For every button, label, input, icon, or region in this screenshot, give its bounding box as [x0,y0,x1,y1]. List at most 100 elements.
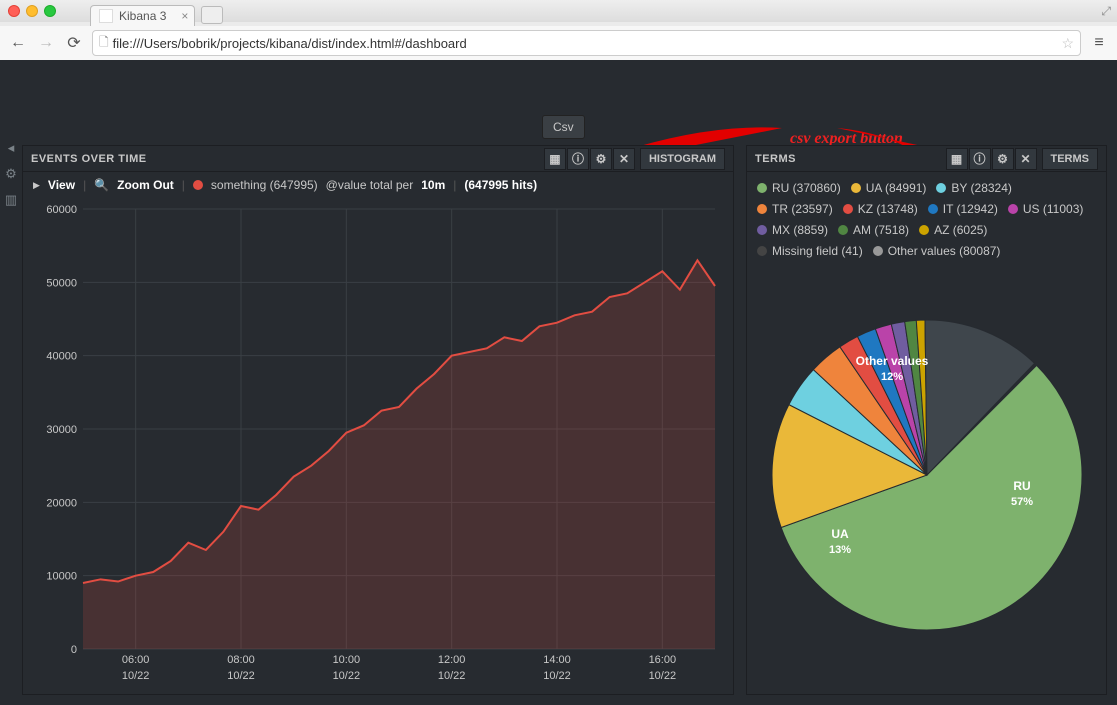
legend-label: US (11003) [1023,199,1083,219]
terms-legend: RU (370860) UA (84991) BY (28324) TR (23597… [747,172,1106,266]
histogram-panel: EVENTS OVER TIME ▦ ⓘ ⚙ ✕ HISTOGRAM ▶ Vie… [22,145,734,695]
svg-text:14:00: 14:00 [543,654,571,666]
forward-button: → [36,34,56,52]
legend-label: MX (8859) [772,220,828,240]
terms-panel: TERMS ▦ ⓘ ⚙ ✕ TERMS RU (370860) UA (84991… [746,145,1107,695]
view-link[interactable]: View [48,178,75,192]
favicon-icon [99,9,113,23]
url-text: file:///Users/bobrik/projects/kibana/dis… [113,36,1062,51]
interval-label: 10m [421,178,445,192]
info-icon[interactable]: ⓘ [567,148,589,170]
legend-dot-icon [757,183,767,193]
reload-button[interactable]: ⟳ [64,33,84,53]
dashboard: csv export button ◂ ⚙ ▥ Csv EVENTS OVER … [0,60,1117,705]
legend-dot-icon [936,183,946,193]
info-icon[interactable]: ⓘ [969,148,991,170]
legend-dot-icon [757,246,767,256]
histogram-chart[interactable]: 010000200003000040000500006000006:0010/2… [33,204,723,686]
hits-label: (647995 hits) [464,178,537,192]
legend-item[interactable]: KZ (13748) [843,199,918,219]
new-tab-button[interactable] [201,6,223,24]
svg-text:08:00: 08:00 [227,654,255,666]
legend-dot-icon [873,246,883,256]
svg-text:Other values: Other values [855,354,928,368]
zoom-out-link[interactable]: Zoom Out [117,178,174,192]
terms-pie-chart[interactable]: RU57%UA13%Other values12% [747,256,1106,694]
svg-text:40000: 40000 [46,351,77,363]
panel-title: EVENTS OVER TIME [31,153,544,165]
page-icon: 🗋 [99,33,109,54]
back-button[interactable]: ← [8,34,28,52]
gear-icon[interactable]: ⚙ [992,148,1014,170]
svg-text:50000: 50000 [46,277,77,289]
caret-icon[interactable]: ▶ [33,180,40,191]
legend-item[interactable]: IT (12942) [928,199,998,219]
menu-button[interactable]: ≡ [1089,34,1109,52]
panel-header: EVENTS OVER TIME ▦ ⓘ ⚙ ✕ HISTOGRAM [23,146,733,172]
legend-item[interactable]: TR (23597) [757,199,833,219]
dashboard-sidebar: ◂ ⚙ ▥ [0,140,22,208]
svg-text:10/22: 10/22 [543,670,571,682]
legend-label: AM (7518) [853,220,909,240]
zoom-out-icon[interactable]: 🔍 [94,178,109,192]
svg-text:06:00: 06:00 [122,654,150,666]
svg-text:12%: 12% [880,371,902,383]
grid-icon[interactable]: ▦ [544,148,566,170]
svg-text:10:00: 10:00 [333,654,361,666]
collapse-icon[interactable]: ◂ [8,140,15,156]
svg-text:UA: UA [831,527,849,541]
grid-icon[interactable]: ▦ [946,148,968,170]
legend-label: TR (23597) [772,199,833,219]
svg-text:13%: 13% [828,544,850,556]
legend-dot-icon [757,204,767,214]
browser-tab[interactable]: Kibana 3 × [90,5,195,26]
tab-title: Kibana 3 [119,9,166,23]
legend-label: IT (12942) [943,199,998,219]
svg-text:10/22: 10/22 [227,670,255,682]
svg-text:0: 0 [71,644,77,656]
svg-text:16:00: 16:00 [649,654,677,666]
close-icon[interactable]: ✕ [613,148,635,170]
legend-item[interactable]: US (11003) [1008,199,1083,219]
legend-label: UA (84991) [866,178,927,198]
browser-toolbar: ← → ⟳ 🗋 file:///Users/bobrik/projects/ki… [0,26,1117,60]
tab-close-icon[interactable]: × [181,9,188,23]
svg-text:10/22: 10/22 [438,670,466,682]
legend-item[interactable]: AM (7518) [838,220,909,240]
svg-text:60000: 60000 [46,204,77,216]
legend-item[interactable]: RU (370860) [757,178,841,198]
svg-text:12:00: 12:00 [438,654,466,666]
svg-text:10000: 10000 [46,571,77,583]
browser-chrome: ⤢ Kibana 3 × ← → ⟳ 🗋 file:///Users/bobri… [0,0,1117,60]
panel-title: TERMS [755,153,946,165]
panel-type-label: TERMS [1042,148,1099,170]
series-color-icon [193,180,203,190]
panel-header: TERMS ▦ ⓘ ⚙ ✕ TERMS [747,146,1106,172]
svg-text:10/22: 10/22 [333,670,361,682]
legend-dot-icon [838,225,848,235]
panel-type-label: HISTOGRAM [640,148,725,170]
legend-dot-icon [851,183,861,193]
histogram-query-row: ▶ View | 🔍 Zoom Out | something (647995)… [23,172,733,198]
bookmark-icon[interactable]: ☆ [1061,35,1074,52]
svg-text:10/22: 10/22 [649,670,677,682]
legend-dot-icon [843,204,853,214]
legend-item[interactable]: AZ (6025) [919,220,987,240]
svg-text:57%: 57% [1010,496,1032,508]
legend-item[interactable]: MX (8859) [757,220,828,240]
settings-icon[interactable]: ⚙ [5,166,17,182]
legend-item[interactable]: BY (28324) [936,178,1012,198]
legend-label: RU (370860) [772,178,841,198]
panels-icon[interactable]: ▥ [5,192,17,208]
close-icon[interactable]: ✕ [1015,148,1037,170]
legend-dot-icon [928,204,938,214]
gear-icon[interactable]: ⚙ [590,148,612,170]
svg-text:10/22: 10/22 [122,670,150,682]
browser-tabs: Kibana 3 × [0,0,1117,26]
legend-item[interactable]: UA (84991) [851,178,927,198]
series-label: something (647995) [211,178,318,192]
url-bar[interactable]: 🗋 file:///Users/bobrik/projects/kibana/d… [92,30,1081,56]
svg-text:20000: 20000 [46,497,77,509]
legend-label: AZ (6025) [934,220,987,240]
csv-export-button[interactable]: Csv [542,115,585,139]
